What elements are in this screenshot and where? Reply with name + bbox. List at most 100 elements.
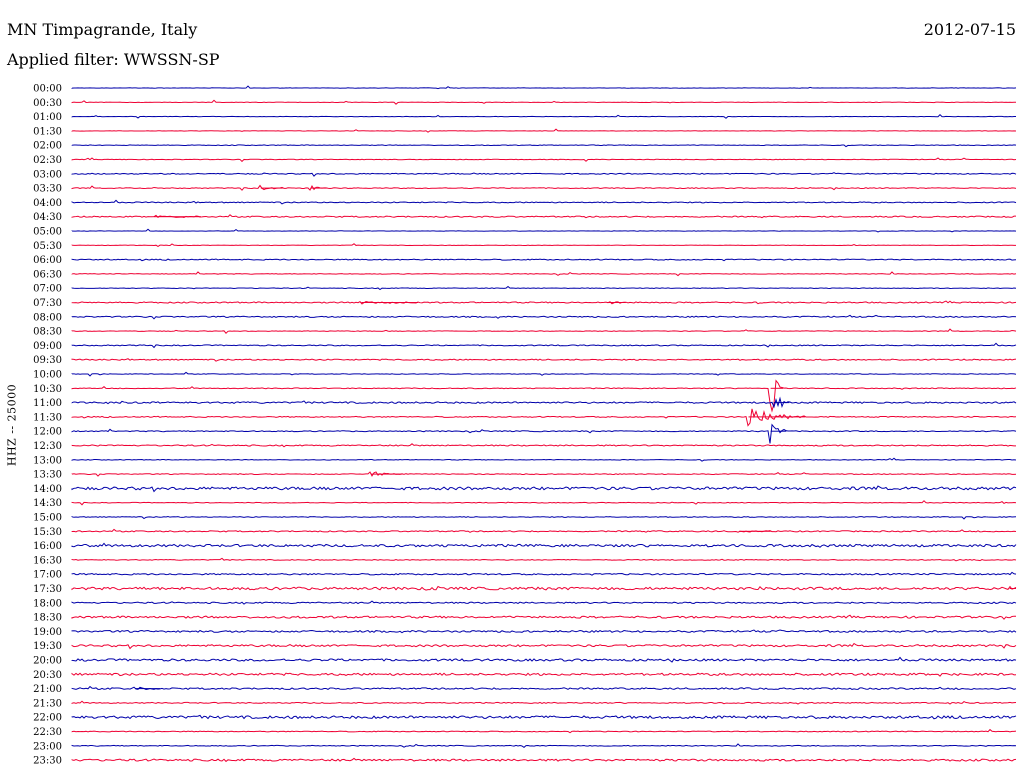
time-label-0100: 01:00 [33, 112, 62, 123]
time-label-1300: 13:00 [33, 455, 62, 466]
time-label-1400: 14:00 [33, 484, 62, 495]
trace-line-0600 [71, 258, 1017, 262]
seismic-event-1 [311, 187, 327, 189]
trace-line-0200 [71, 144, 1017, 148]
time-label-1530: 15:30 [33, 527, 62, 538]
time-label-2200: 22:00 [33, 713, 62, 724]
trace-line-2130 [71, 700, 1017, 705]
time-label-0400: 04:00 [33, 198, 62, 209]
seismic-event-11 [1009, 588, 1016, 589]
seismic-event-2 [153, 216, 201, 218]
time-label-1630: 16:30 [33, 555, 62, 566]
time-label-0630: 06:30 [33, 269, 62, 280]
time-label-1600: 16:00 [33, 541, 62, 552]
time-label-1730: 17:30 [33, 584, 62, 595]
time-label-2300: 23:00 [33, 741, 62, 752]
helicorder-plot: 00:00 00:30 01:00 01:30 02:00 02:30 03:00 03:30… [33, 84, 1017, 767]
trace-line-0030 [71, 99, 1016, 105]
trace-line-0830 [71, 328, 1017, 334]
time-label-0200: 02:00 [33, 141, 62, 152]
trace-line-0230 [71, 157, 1017, 163]
trace-line-1230 [71, 443, 1017, 448]
trace-line-0800 [71, 314, 1017, 320]
trace-line-1800 [71, 600, 1017, 605]
time-label-1000: 10:00 [33, 370, 62, 381]
time-label-1900: 19:00 [33, 627, 62, 638]
time-label-0730: 07:30 [33, 298, 62, 309]
time-label-2030: 20:30 [33, 670, 62, 681]
time-label-0930: 09:30 [33, 355, 62, 366]
seismic-event-5 [770, 387, 784, 389]
trace-line-0930 [71, 358, 1017, 362]
time-label-0300: 03:00 [33, 169, 62, 180]
trace-line-2300 [71, 743, 1017, 749]
seismic-event-8 [770, 430, 787, 432]
time-label-1430: 14:30 [33, 498, 62, 509]
trace-line-0330 [71, 184, 1017, 191]
time-label-0230: 02:30 [33, 155, 62, 166]
time-label-1700: 17:00 [33, 570, 62, 581]
time-label-1330: 13:30 [33, 470, 62, 481]
trace-line-1400 [71, 485, 1017, 493]
time-label-0500: 05:00 [33, 227, 62, 238]
trace-line-1200 [71, 423, 1017, 444]
trace-line-2200 [71, 714, 1017, 720]
trace-line-0400 [71, 199, 1017, 205]
time-label-1230: 12:30 [33, 441, 62, 452]
trace-line-2330 [71, 757, 1017, 763]
time-label-1930: 19:30 [33, 641, 62, 652]
trace-line-1330 [71, 471, 1017, 477]
trace-line-1830 [71, 614, 1016, 620]
trace-line-0430 [71, 214, 1017, 219]
trace-line-0730 [71, 300, 1017, 305]
time-label-1500: 15:00 [33, 513, 62, 524]
seismic-event-3 [361, 302, 419, 303]
trace-line-1430 [71, 500, 1017, 506]
trace-line-1500 [71, 515, 1017, 520]
trace-line-1100 [71, 396, 1017, 409]
trace-line-2230 [71, 728, 1017, 734]
time-label-0800: 08:00 [33, 312, 62, 323]
trace-line-1030 [71, 379, 1017, 413]
trace-line-2030 [71, 672, 1017, 677]
time-label-2230: 22:30 [33, 727, 62, 738]
time-label-0700: 07:00 [33, 284, 62, 295]
trace-line-1300 [71, 457, 1017, 462]
seismic-event-10 [739, 530, 771, 532]
trace-line-0300 [71, 172, 1017, 177]
seismic-event-9 [370, 473, 403, 475]
trace-line-2100 [71, 685, 1017, 690]
trace-line-0500 [71, 228, 1017, 233]
trace-line-0100 [71, 113, 1017, 119]
trace-line-0700 [71, 285, 1017, 291]
trace-line-0000 [71, 85, 1017, 90]
time-label-2330: 23:30 [33, 756, 62, 767]
time-label-1030: 10:30 [33, 384, 62, 395]
time-label-0430: 04:30 [33, 212, 62, 223]
seismic-event-0 [260, 187, 283, 189]
seismic-event-12 [134, 688, 161, 690]
time-label-0030: 00:30 [33, 98, 62, 109]
time-label-0130: 01:30 [33, 126, 62, 137]
time-label-0330: 03:30 [33, 184, 62, 195]
time-label-0600: 06:00 [33, 255, 62, 266]
trace-line-2000 [71, 656, 1017, 663]
time-label-2000: 20:00 [33, 656, 62, 667]
trace-line-0900 [71, 342, 1017, 349]
trace-line-0530 [71, 243, 1017, 248]
trace-line-1630 [71, 557, 1017, 562]
time-label-1200: 12:00 [33, 427, 62, 438]
seismogram-page: MN Timpagrande, Italy Applied filter: WW… [0, 0, 1024, 780]
time-label-1830: 18:30 [33, 613, 62, 624]
trace-line-0130 [71, 128, 1017, 133]
time-label-0830: 08:30 [33, 327, 62, 338]
trace-line-1930 [71, 642, 1017, 650]
time-label-2130: 21:30 [33, 698, 62, 709]
trace-line-1900 [71, 629, 1017, 634]
trace-line-1000 [71, 371, 1017, 377]
trace-line-1730 [71, 585, 1017, 591]
seismic-event-4 [606, 302, 626, 303]
time-label-0530: 05:30 [33, 241, 62, 252]
trace-line-1530 [71, 528, 1017, 533]
trace-line-1600 [71, 542, 1017, 548]
